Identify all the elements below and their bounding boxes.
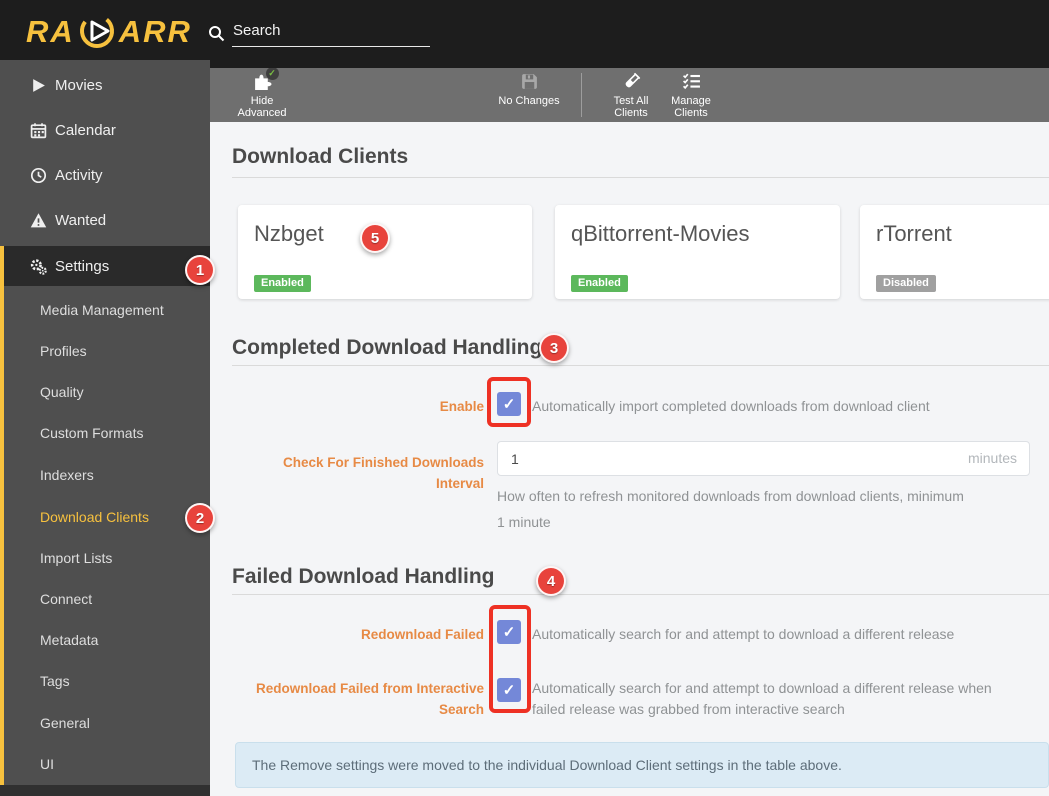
radarr-window: RA ARR Movies bbox=[0, 0, 1049, 796]
radarr-logo[interactable]: RA ARR bbox=[26, 10, 192, 52]
toolbar-separator bbox=[581, 73, 582, 117]
redownload-failed-help: Automatically search for and attempt to … bbox=[532, 626, 955, 642]
search-box bbox=[208, 18, 434, 48]
save-changes-button[interactable]: No Changes bbox=[497, 70, 561, 120]
notice-banner: The Remove settings were moved to the in… bbox=[235, 742, 1049, 788]
section-divider bbox=[232, 365, 1049, 366]
sidebar-item-calendar[interactable]: Calendar bbox=[0, 110, 210, 150]
sidebar-item-label: Movies bbox=[55, 76, 103, 94]
manage-clients-button[interactable]: Manage Clients bbox=[659, 70, 723, 120]
sidebar-item-label: Wanted bbox=[55, 211, 107, 229]
status-badge: Enabled bbox=[254, 275, 311, 292]
test-tube-icon bbox=[625, 72, 640, 88]
sidebar-item-profiles[interactable]: Profiles bbox=[0, 331, 210, 371]
sidebar-item-import-lists[interactable]: Import Lists bbox=[0, 538, 210, 578]
hide-advanced-button[interactable]: ✓ Hide Advanced bbox=[230, 67, 294, 120]
status-badge: Enabled bbox=[571, 275, 628, 292]
completed-download-handling-title: Completed Download Handling bbox=[232, 336, 543, 359]
annotation-circle-1: 1 bbox=[185, 255, 215, 285]
annotation-circle-4: 4 bbox=[536, 566, 566, 596]
enable-help: Automatically import completed downloads… bbox=[532, 398, 930, 414]
client-name: Nzbget bbox=[254, 221, 324, 246]
section-divider bbox=[232, 594, 1049, 595]
interval-help: How often to refresh monitored downloads… bbox=[497, 488, 964, 530]
warning-icon bbox=[30, 212, 47, 227]
sidebar-item-activity[interactable]: Activity bbox=[0, 155, 210, 195]
active-section-accent-bar bbox=[0, 246, 4, 785]
sidebar-item-metadata[interactable]: Metadata bbox=[0, 620, 210, 660]
sidebar-item-quality[interactable]: Quality bbox=[0, 372, 210, 412]
checklist-icon bbox=[682, 73, 700, 90]
notice-text: The Remove settings were moved to the in… bbox=[252, 757, 842, 773]
interval-label: Check For Finished Downloads Interval bbox=[282, 455, 484, 491]
client-card-qbittorrent-movies[interactable]: qBittorrent-Movies Enabled bbox=[555, 205, 840, 299]
annotation-circle-5: 5 bbox=[360, 223, 390, 253]
advanced-check-badge-icon: ✓ bbox=[265, 67, 279, 80]
sidebar-item-download-clients[interactable]: Download Clients bbox=[0, 497, 210, 537]
failed-download-handling-title: Failed Download Handling bbox=[232, 565, 495, 588]
sidebar-item-label: Calendar bbox=[55, 121, 116, 139]
redownload-failed-label: Redownload Failed bbox=[360, 627, 484, 642]
top-bar: RA ARR bbox=[0, 0, 1049, 68]
test-all-clients-button[interactable]: Test All Clients bbox=[599, 70, 663, 120]
floppy-save-icon bbox=[521, 74, 537, 89]
sidebar-item-custom-formats[interactable]: Custom Formats bbox=[0, 413, 210, 453]
sidebar-item-ui[interactable]: UI bbox=[0, 744, 210, 784]
clock-icon bbox=[30, 167, 47, 183]
sidebar-item-label: Settings bbox=[55, 257, 110, 275]
annotation-box-enable bbox=[487, 377, 531, 427]
interval-unit: minutes bbox=[967, 450, 1017, 466]
sidebar-item-connect[interactable]: Connect bbox=[0, 579, 210, 619]
sidebar-item-settings[interactable]: Settings bbox=[0, 246, 210, 286]
annotation-circle-2: 2 bbox=[185, 503, 215, 533]
client-name: rTorrent bbox=[876, 221, 952, 246]
annotation-box-failed-checkboxes bbox=[489, 605, 531, 713]
page-title: Download Clients bbox=[232, 145, 409, 168]
play-icon bbox=[33, 78, 45, 92]
client-card-nzbget[interactable]: Nzbget Enabled bbox=[238, 205, 532, 299]
enable-label: Enable bbox=[439, 399, 484, 414]
sidebar-item-label: Activity bbox=[55, 166, 103, 184]
status-badge: Disabled bbox=[876, 275, 936, 292]
client-name: qBittorrent-Movies bbox=[571, 221, 750, 246]
client-card-rtorrent[interactable]: rTorrent Disabled bbox=[860, 205, 1049, 299]
calendar-icon bbox=[30, 122, 47, 138]
sidebar-item-indexers[interactable]: Indexers bbox=[0, 455, 210, 495]
settings-content: Download Clients Nzbget Enabled qBittorr… bbox=[210, 122, 1049, 796]
redownload-interactive-help: Automatically search for and attempt to … bbox=[532, 680, 992, 717]
gears-icon bbox=[30, 258, 47, 275]
title-divider bbox=[232, 177, 1049, 178]
page-toolbar: ✓ Hide Advanced No Changes Test All Clie… bbox=[210, 67, 1049, 122]
redownload-interactive-label: Redownload Failed from Interactive Searc… bbox=[255, 681, 484, 717]
sidebar: Movies Calendar Activity Wanted Settings… bbox=[0, 60, 210, 796]
sidebar-item-wanted[interactable]: Wanted bbox=[0, 200, 210, 240]
interval-field: minutes bbox=[497, 441, 1030, 476]
sidebar-bottom-strip bbox=[0, 785, 210, 796]
sidebar-item-media-management[interactable]: Media Management bbox=[0, 290, 210, 330]
search-icon bbox=[209, 25, 225, 41]
sidebar-item-tags[interactable]: Tags bbox=[0, 661, 210, 701]
sidebar-item-movies[interactable]: Movies bbox=[0, 65, 210, 105]
sidebar-item-general[interactable]: General bbox=[0, 703, 210, 743]
logo-text-right: ARR bbox=[118, 13, 192, 49]
logo-text-left: RA bbox=[26, 13, 75, 49]
interval-input[interactable] bbox=[497, 441, 1030, 476]
annotation-circle-3: 3 bbox=[539, 333, 569, 363]
search-input[interactable] bbox=[232, 19, 430, 47]
play-logo-icon bbox=[79, 14, 114, 48]
